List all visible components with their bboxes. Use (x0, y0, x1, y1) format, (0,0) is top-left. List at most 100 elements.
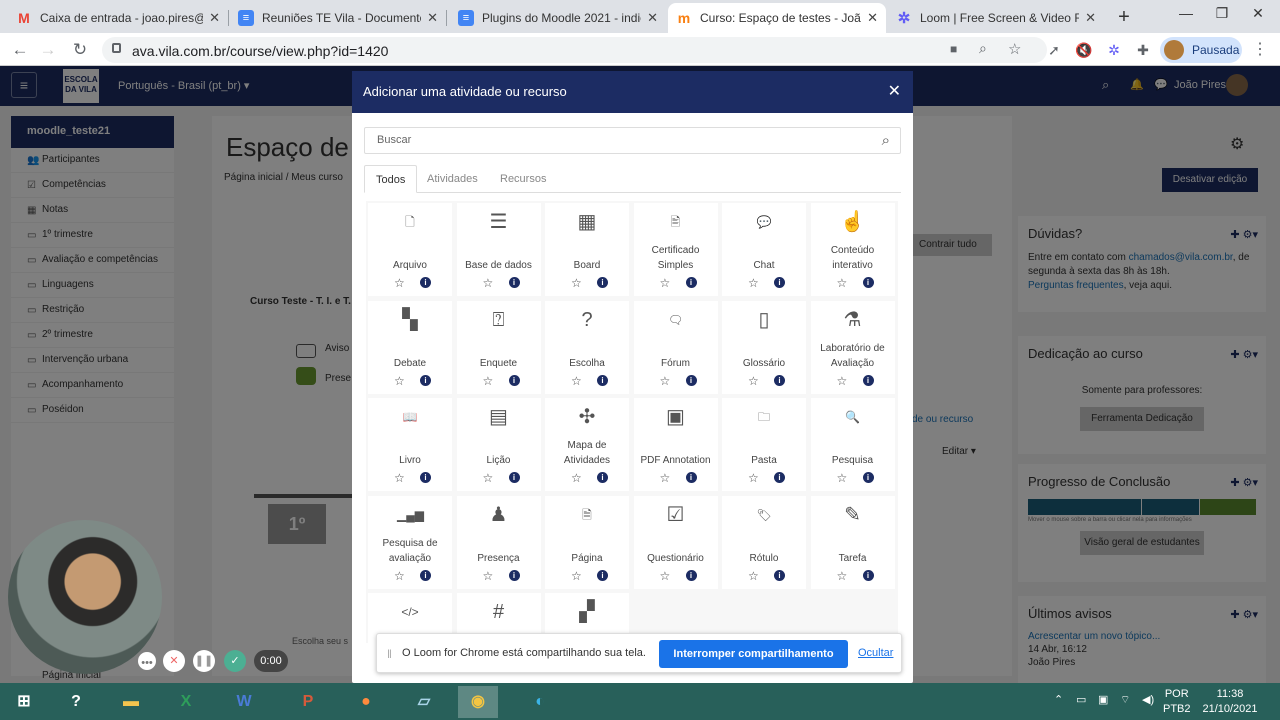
close-icon[interactable]: ✕ (888, 71, 901, 113)
mute-icon[interactable]: 🔇 (1074, 40, 1094, 60)
info-icon[interactable]: i (685, 472, 697, 483)
windows-start-icon[interactable]: ⊞ (4, 686, 44, 718)
info-icon[interactable]: i (420, 277, 431, 288)
info-icon[interactable]: i (685, 569, 697, 581)
activity-card[interactable]: ▁▄▆ Pesquisa de avaliação ☆ i (368, 495, 452, 589)
star-icon[interactable]: ☆ (837, 471, 848, 485)
star-icon[interactable]: ☆ (571, 569, 582, 583)
activity-card[interactable]: ▚ Debate ☆ i (368, 300, 452, 394)
activity-card[interactable]: 🏷 Rótulo ☆ i (722, 495, 806, 589)
close-icon[interactable]: ✕ (647, 10, 658, 26)
close-icon[interactable]: ✕ (867, 10, 878, 26)
tab-gmail[interactable]: M Caixa de entrada - joao.pires@vila ✕ (8, 3, 228, 33)
notepad-icon[interactable]: ▱ (404, 686, 444, 718)
info-icon[interactable]: i (420, 472, 431, 483)
menu-dots-icon[interactable]: ⋮ (1250, 40, 1270, 60)
star-icon[interactable]: ☆ (837, 569, 848, 583)
tab-docs-reunioes[interactable]: ≡ Reuniões TE Vila - Documentos ✕ (230, 3, 446, 33)
network-icon[interactable]: ▣ (1098, 693, 1108, 706)
star-icon[interactable]: ☆ (394, 569, 405, 583)
star-icon[interactable]: ☆ (394, 276, 405, 290)
info-icon[interactable]: i (597, 277, 608, 288)
more-icon[interactable]: ••• (138, 652, 156, 670)
zoom-icon[interactable]: ⌕ (979, 40, 987, 57)
star-icon[interactable]: ☆ (394, 374, 405, 388)
reload-button[interactable]: ↻ (68, 38, 92, 62)
file-explorer-icon[interactable]: ▬ (111, 686, 151, 718)
activity-card[interactable]: ☰ Base de dados ☆ i (456, 203, 541, 296)
activity-card[interactable]: ♟ Presença ☆ i (456, 495, 541, 589)
star-icon[interactable]: ☆ (748, 276, 759, 290)
firefox-icon[interactable]: ● (346, 686, 386, 718)
tray-chevron-icon[interactable]: ⌃ (1054, 693, 1063, 706)
tab-todos[interactable]: Todos (364, 165, 418, 193)
activity-card[interactable]: 🖹 Certificado Simples ☆ i (633, 203, 718, 296)
search-icon[interactable]: ⌕ (882, 132, 890, 149)
loom-extension-icon[interactable]: ✲ (1104, 40, 1124, 60)
star-icon[interactable]: ☆ (748, 471, 759, 485)
activity-card[interactable]: ? Escolha ☆ i (545, 300, 629, 394)
new-tab-button[interactable]: + (1112, 6, 1136, 30)
powerpoint-icon[interactable]: P (288, 686, 328, 718)
info-icon[interactable]: i (420, 569, 431, 581)
star-icon[interactable]: ☆ (483, 276, 494, 290)
forward-button[interactable]: → (36, 38, 60, 62)
info-icon[interactable]: i (685, 374, 697, 386)
tab-loom[interactable]: ✲ Loom | Free Screen & Video Rec ✕ (888, 3, 1104, 33)
edge-icon[interactable]: ◐ (520, 686, 560, 718)
info-icon[interactable]: i (597, 472, 608, 483)
info-icon[interactable]: i (774, 569, 785, 581)
activity-card[interactable]: ▤ Lição ☆ i (456, 398, 541, 491)
volume-icon[interactable]: ◀) (1142, 693, 1154, 706)
activity-card[interactable]: 🗨 Fórum ☆ i (633, 300, 718, 394)
info-icon[interactable]: i (508, 472, 520, 483)
info-icon[interactable]: i (420, 374, 431, 386)
info-icon[interactable]: i (508, 374, 520, 386)
star-icon[interactable]: ☆ (571, 374, 582, 388)
close-window-button[interactable]: ✕ (1240, 0, 1276, 30)
info-icon[interactable]: i (774, 472, 785, 483)
activity-card[interactable]: ☝ Conteúdo interativo ☆ i (810, 203, 895, 296)
hide-button[interactable]: Ocultar (858, 647, 893, 659)
activity-card[interactable]: 🗋 Arquivo ☆ i (368, 203, 452, 296)
info-icon[interactable]: i (597, 569, 608, 581)
help-app-icon[interactable]: ? (56, 686, 96, 718)
star-icon[interactable]: ☆ (571, 471, 582, 485)
profile-button[interactable]: Pausada (1160, 37, 1242, 63)
star-icon[interactable]: ☆ (660, 569, 671, 583)
info-icon[interactable]: i (685, 277, 697, 288)
tab-moodle-course[interactable]: m Curso: Espaço de testes - João P ✕ (668, 3, 886, 33)
activity-card[interactable]: ⚗ Laboratório de Avaliação ☆ i (810, 300, 895, 394)
chrome-icon[interactable]: ◉ (458, 686, 498, 718)
star-icon[interactable]: ☆ (660, 374, 671, 388)
cancel-icon[interactable]: ✕ (163, 650, 185, 672)
info-icon[interactable]: i (508, 569, 520, 581)
star-icon[interactable]: ☆ (660, 471, 671, 485)
done-check-icon[interactable]: ✓ (224, 650, 246, 672)
activity-card[interactable]: 🗀 Pasta ☆ i (722, 398, 806, 491)
star-icon[interactable]: ☆ (483, 569, 494, 583)
activity-card[interactable]: 📖 Livro ☆ i (368, 398, 452, 491)
close-icon[interactable]: ✕ (427, 10, 438, 26)
close-icon[interactable]: ✕ (209, 10, 220, 26)
excel-icon[interactable]: X (166, 686, 206, 718)
activity-card[interactable]: ▯ Glossário ☆ i (722, 300, 806, 394)
star-icon[interactable]: ☆ (394, 471, 405, 485)
input-language[interactable]: POR PTB2 (1163, 687, 1191, 717)
bookmark-star-icon[interactable]: ☆ (1008, 40, 1021, 58)
wifi-icon[interactable]: ⌔ (1120, 693, 1130, 707)
system-clock[interactable]: 11:38 21/10/2021 (1200, 687, 1260, 717)
extension-rocket-icon[interactable]: ➚ (1044, 40, 1064, 60)
info-icon[interactable]: i (862, 374, 874, 386)
info-icon[interactable]: i (774, 277, 785, 288)
activity-card[interactable]: ☑ Questionário ☆ i (633, 495, 718, 589)
star-icon[interactable]: ☆ (660, 276, 671, 290)
info-icon[interactable]: i (862, 472, 874, 483)
url-text[interactable]: ava.vila.com.br/course/view.php?id=1420 (132, 43, 388, 59)
camera-icon[interactable]: ■ (950, 42, 957, 56)
tray-app-icon[interactable]: ▭ (1076, 693, 1086, 706)
star-icon[interactable]: ☆ (748, 569, 759, 583)
back-button[interactable]: ← (8, 38, 32, 62)
restore-button[interactable]: ❐ (1204, 0, 1240, 30)
info-icon[interactable]: i (597, 374, 608, 386)
